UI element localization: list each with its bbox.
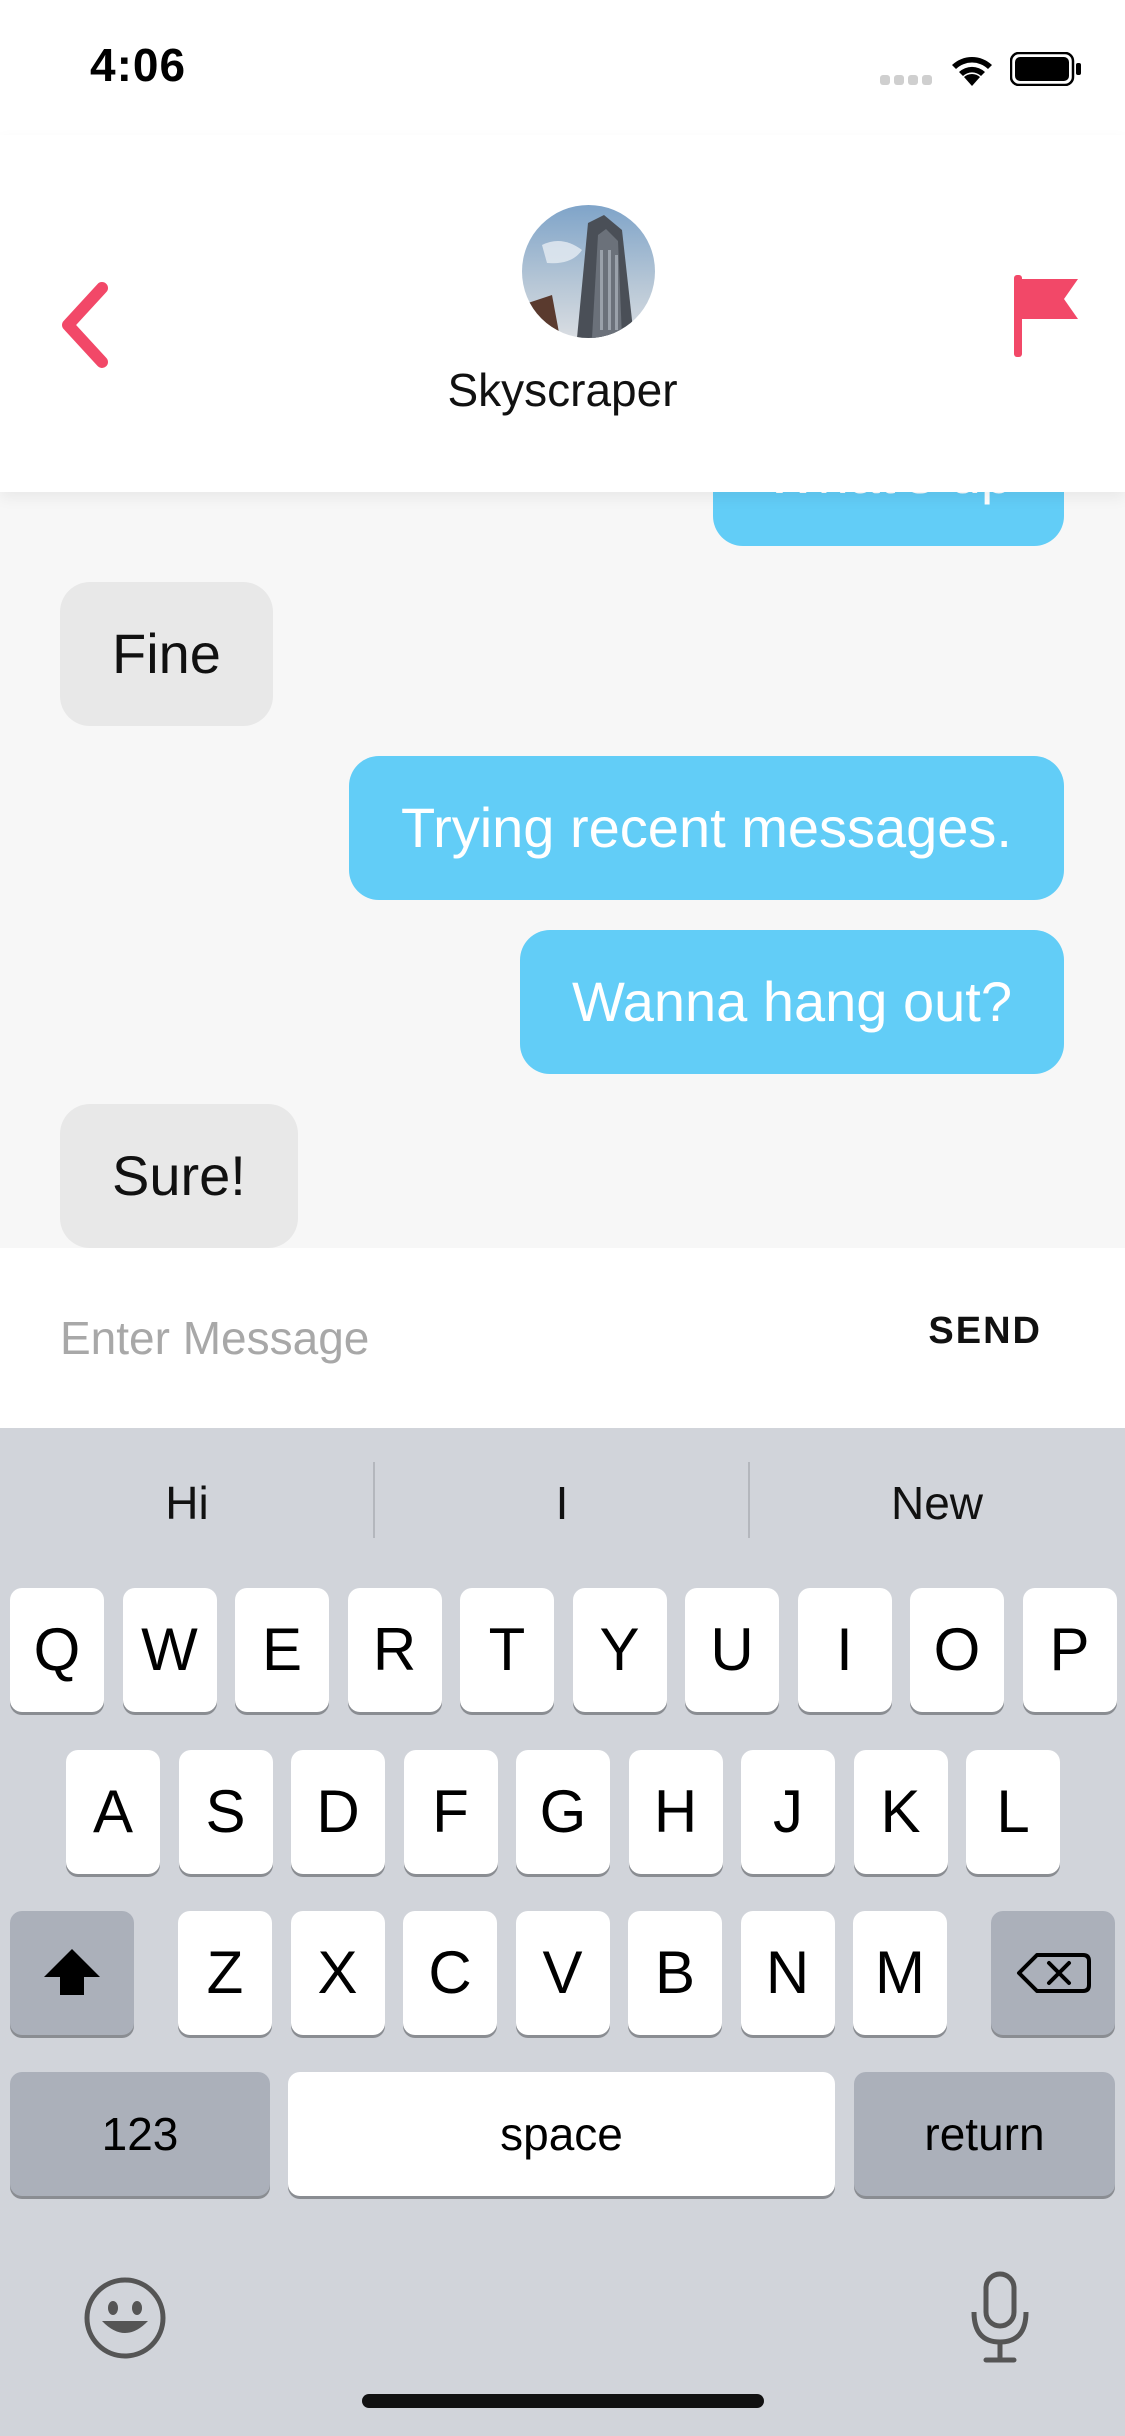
delete-key[interactable]: [991, 1911, 1115, 2035]
key-q[interactable]: Q: [10, 1588, 104, 1712]
message-bubble-incoming[interactable]: Sure!: [60, 1104, 298, 1248]
predictive-bar: Hi I New: [0, 1428, 1125, 1578]
key-n[interactable]: N: [740, 1911, 835, 2035]
status-time: 4:06: [90, 39, 187, 91]
key-p[interactable]: P: [1022, 1588, 1117, 1712]
battery-icon: [1010, 52, 1081, 86]
avatar[interactable]: [522, 205, 655, 338]
key-o[interactable]: O: [910, 1588, 1004, 1712]
composer-bar: SEND: [0, 1248, 1125, 1428]
status-bar: 4:06: [0, 0, 1125, 135]
cellular-signal-icon: [880, 75, 934, 85]
key-b[interactable]: B: [628, 1911, 722, 2035]
suggestion-3[interactable]: New: [750, 1428, 1124, 1578]
space-key[interactable]: space: [288, 2072, 835, 2196]
home-indicator: [362, 2394, 764, 2408]
key-y[interactable]: Y: [572, 1588, 667, 1712]
message-bubble-outgoing[interactable]: Wanna hang out?: [519, 930, 1064, 1074]
chat-header: Skyscraper: [0, 135, 1125, 492]
shift-key[interactable]: [10, 1911, 134, 2035]
message-list[interactable]: What's up Fine Trying recent messages. W…: [0, 440, 1125, 1248]
flag-report-icon[interactable]: [1002, 265, 1092, 365]
key-w[interactable]: W: [122, 1588, 217, 1712]
key-l[interactable]: L: [966, 1750, 1060, 1874]
key-h[interactable]: H: [628, 1750, 723, 1874]
key-z[interactable]: Z: [178, 1911, 272, 2035]
shift-arrow-icon: [44, 1949, 100, 1995]
key-f[interactable]: F: [403, 1750, 498, 1874]
key-c[interactable]: C: [403, 1911, 497, 2035]
key-i[interactable]: I: [797, 1588, 892, 1712]
key-t[interactable]: T: [460, 1588, 554, 1712]
microphone-icon[interactable]: [960, 2268, 1040, 2368]
message-input[interactable]: [60, 1303, 820, 1373]
return-key[interactable]: return: [854, 2072, 1115, 2196]
keyboard: Hi I New QWERTYUIOP ASDFGHJKL ZXCVBNM 12…: [0, 1428, 1125, 2436]
key-g[interactable]: G: [516, 1750, 610, 1874]
backspace-icon: [1017, 1953, 1091, 1993]
numbers-key[interactable]: 123: [10, 2072, 270, 2196]
send-button[interactable]: SEND: [928, 1310, 1042, 1353]
skyscraper-photo: [522, 205, 655, 338]
suggestion-1[interactable]: Hi: [0, 1428, 374, 1578]
key-x[interactable]: X: [290, 1911, 385, 2035]
key-j[interactable]: J: [741, 1750, 835, 1874]
key-s[interactable]: S: [178, 1750, 273, 1874]
emoji-icon[interactable]: [80, 2273, 170, 2363]
key-e[interactable]: E: [235, 1588, 329, 1712]
key-v[interactable]: V: [515, 1911, 610, 2035]
key-r[interactable]: R: [347, 1588, 442, 1712]
key-u[interactable]: U: [685, 1588, 779, 1712]
key-d[interactable]: D: [291, 1750, 385, 1874]
wifi-icon: [952, 57, 992, 86]
key-m[interactable]: M: [853, 1911, 947, 2035]
suggestion-2[interactable]: I: [375, 1428, 749, 1578]
key-a[interactable]: A: [66, 1750, 160, 1874]
key-k[interactable]: K: [853, 1750, 948, 1874]
message-bubble-incoming[interactable]: Fine: [60, 582, 273, 726]
contact-name[interactable]: Skyscraper: [0, 363, 1125, 417]
message-bubble-outgoing[interactable]: Trying recent messages.: [348, 756, 1064, 900]
